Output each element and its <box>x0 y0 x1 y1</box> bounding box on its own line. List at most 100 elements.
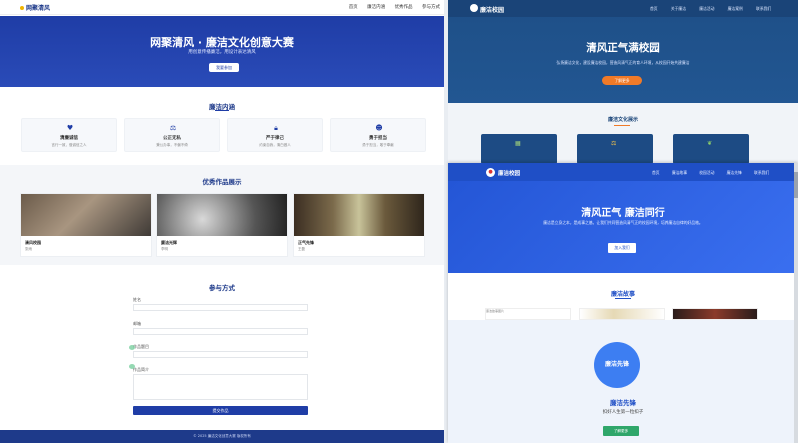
rtop-nav-contact[interactable]: 联系我们 <box>756 6 771 11</box>
meaning-card: ⚖ 公正无私 秉公办事，不偏不倚 <box>124 118 220 152</box>
work-card[interactable]: 廉洁光辉 李明 <box>156 193 288 257</box>
left-nav-home[interactable]: 首页 <box>349 5 358 10</box>
rbot-hero-subtitle: 廉洁是立身之本，是成事之基。让我们共同营造风清气正的校园环境，培养廉洁自律的好品… <box>543 220 703 225</box>
rbot-section-underline <box>615 298 631 300</box>
meaning-card: ☻ 勇于担当 勇于担当，敢于奉献 <box>330 118 426 152</box>
story-card[interactable] <box>579 308 665 320</box>
section-works-title: 优秀作品展示 <box>202 178 242 186</box>
rtop-nav-home[interactable]: 首页 <box>650 6 658 11</box>
rtop-logo-text[interactable]: 廉洁校园 <box>480 5 504 14</box>
meaning-card: 🔒︎ 严于律己 约束自我，清白做人 <box>227 118 323 152</box>
rbot-nav-bar: ● 廉洁校园 首页 廉洁故事 校园活动 廉洁先锋 联系我们 <box>448 163 798 181</box>
card-name: 勇于担当 <box>369 136 387 141</box>
scale-icon: ⚖ <box>611 140 617 147</box>
work-author: 王磊 <box>298 247 305 251</box>
rtop-hero-subtitle: 弘扬廉洁文化，建设廉洁校园，营造风清气正的育人环境，从校园开始共建廉洁 <box>556 60 690 65</box>
section-join-title: 参与方式 <box>209 284 235 292</box>
rtop-nav-cases[interactable]: 廉洁案例 <box>728 6 743 11</box>
rtop-logo-icon <box>470 4 478 12</box>
left-page: 网聚清风 首页 廉洁内涵 优秀作品 参与方式 网聚清风 · 廉洁文化创意大赛 用… <box>0 0 444 443</box>
left-nav-works[interactable]: 优秀作品 <box>395 5 413 10</box>
rtop-hero-title: 清风正气满校园 <box>586 42 660 54</box>
rbot-hero-title: 清风正气 廉洁同行 <box>581 208 665 219</box>
pioneer-badge: 廉洁先锋 <box>594 342 640 388</box>
work-image-laptop <box>21 194 151 236</box>
logo-star-icon <box>20 6 24 10</box>
left-nav-join[interactable]: 参与方式 <box>422 5 440 10</box>
card-desc: 秉公办事，不偏不倚 <box>156 143 188 147</box>
work-title-label: 作品题目 <box>133 344 149 349</box>
rbot-nav-pioneers[interactable]: 廉洁先锋 <box>727 170 742 175</box>
card-desc: 勇于担当，敢于奉献 <box>362 143 394 147</box>
people-icon: ☻ <box>375 124 383 132</box>
left-hero-title: 网聚清风 · 廉洁文化创意大赛 <box>150 36 294 49</box>
work-name: 清风校园 <box>25 240 41 245</box>
left-logo-text: 网聚清风 <box>26 5 51 12</box>
left-footer: © 2025 廉洁文化创意大赛 版权所有 <box>0 430 444 443</box>
sprout-icon: ❦ <box>707 140 713 147</box>
email-label: 邮箱 <box>133 321 141 326</box>
left-logo[interactable]: 网聚清风 <box>20 3 50 12</box>
story-card[interactable] <box>672 308 758 320</box>
rbot-nav-activities[interactable]: 校园活动 <box>699 170 714 175</box>
name-label: 姓名 <box>133 297 141 302</box>
work-name: 廉洁光辉 <box>161 240 177 245</box>
story-card[interactable]: 廉洁故事图片 <box>485 308 571 320</box>
left-hero-subtitle: 用创意传播廉洁，用设计表达清风 <box>188 50 256 55</box>
submit-button[interactable]: 提交作品 <box>133 406 308 415</box>
rbot-nav-contact[interactable]: 联系我们 <box>754 170 769 175</box>
right-bottom-page: ● 廉洁校园 首页 廉洁故事 校园活动 廉洁先锋 联系我们 清风正气 廉洁同行 … <box>448 163 798 443</box>
card-desc: 约束自我，清白做人 <box>259 143 291 147</box>
meaning-card: ♥ 清廉诚信 言行一致，做诚信之人 <box>21 118 117 152</box>
work-desc-label: 作品简介 <box>133 367 149 372</box>
scrollbar[interactable] <box>794 163 798 443</box>
work-image-forest <box>294 194 424 236</box>
left-nav-meaning[interactable]: 廉洁内涵 <box>367 5 385 10</box>
card-name: 公正无私 <box>163 136 181 141</box>
culture-card[interactable]: ▦ <box>481 134 557 164</box>
rtop-nav-activities[interactable]: 廉洁活动 <box>699 6 714 11</box>
work-author: 张雨 <box>25 247 32 251</box>
book-icon: ▦ <box>515 140 521 147</box>
work-author: 李明 <box>161 247 168 251</box>
work-image-blur <box>157 194 287 236</box>
card-desc: 言行一致，做诚信之人 <box>51 143 87 147</box>
story-image-alt: 廉洁故事图片 <box>486 309 505 313</box>
rtop-learn-more-button[interactable]: 了解更多 <box>602 76 642 85</box>
left-hero: 网聚清风 · 廉洁文化创意大赛 用创意传播廉洁，用设计表达清风 我要参加 <box>0 16 444 87</box>
rtop-culture-section: 廉洁文化展示 ▦ ⚖ ❦ <box>448 103 798 170</box>
rbot-section-title: 廉洁故事 <box>610 291 635 298</box>
decor-leaf-icon <box>129 345 135 350</box>
pioneer-learn-more-button[interactable]: 了解更多 <box>603 426 639 436</box>
rtop-nav-about[interactable]: 关于廉洁 <box>671 6 686 11</box>
culture-card[interactable]: ❦ <box>673 134 749 164</box>
pioneer-panel: 廉洁先锋 廉洁先锋 扣好人生第一粒扣子 了解更多 <box>448 320 798 443</box>
right-top-page: 廉洁校园 首页 关于廉洁 廉洁活动 廉洁案例 联系我们 清风正气满校园 弘扬廉洁… <box>448 0 798 170</box>
work-desc-textarea[interactable] <box>133 374 308 400</box>
join-button[interactable]: 我要参加 <box>209 63 239 72</box>
rbot-logo-text[interactable]: 廉洁校园 <box>498 169 520 177</box>
decor-leaf-icon <box>129 364 135 369</box>
email-input[interactable] <box>133 328 308 335</box>
left-nav-bar: 网聚清风 首页 廉洁内涵 优秀作品 参与方式 <box>0 0 444 15</box>
culture-card[interactable]: ⚖ <box>577 134 653 164</box>
scrollbar-thumb[interactable] <box>794 172 798 198</box>
join-us-button[interactable]: 加入我们 <box>608 243 636 253</box>
rbot-hero: 清风正气 廉洁同行 廉洁是立身之本，是成事之基。让我们共同营造风清气正的校园环境… <box>448 181 798 273</box>
rbot-nav-stories[interactable]: 廉洁故事 <box>672 170 687 175</box>
work-title-input[interactable] <box>133 351 308 358</box>
rtop-section-underline <box>614 125 630 127</box>
work-name: 正气先锋 <box>298 240 314 245</box>
scale-icon: ⚖ <box>169 124 177 132</box>
card-name: 清廉诚信 <box>60 136 78 141</box>
work-card[interactable]: 正气先锋 王磊 <box>293 193 425 257</box>
card-name: 严于律己 <box>266 136 284 141</box>
rbot-logo-icon: ● <box>486 168 495 177</box>
section-underline <box>215 110 229 112</box>
name-input[interactable] <box>133 304 308 311</box>
rtop-section-title: 廉洁文化展示 <box>607 117 638 123</box>
rtop-nav-bar: 廉洁校园 首页 关于廉洁 廉洁活动 廉洁案例 联系我们 <box>448 0 798 17</box>
work-card[interactable]: 清风校园 张雨 <box>20 193 152 257</box>
pioneer-title: 廉洁先锋 <box>610 399 636 407</box>
rbot-nav-home[interactable]: 首页 <box>652 170 660 175</box>
